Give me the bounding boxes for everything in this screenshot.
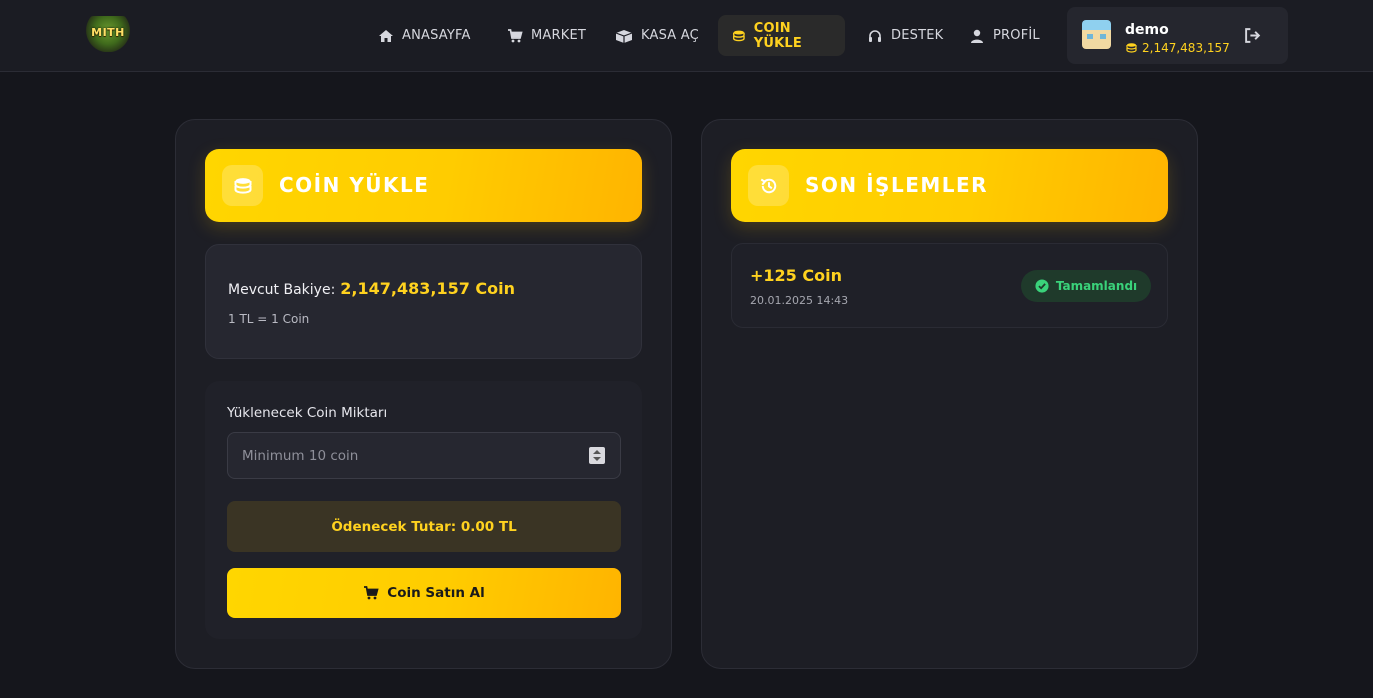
balance-label: Mevcut Bakiye: xyxy=(228,282,336,298)
nav-item-coin-yukle[interactable]: COIN YÜKLE xyxy=(718,15,845,56)
check-circle-icon xyxy=(1035,279,1049,293)
nav-label: COIN YÜKLE xyxy=(753,20,802,51)
coin-load-card: COİN YÜKLE Mevcut Bakiye: 2,147,483,157 … xyxy=(175,119,672,669)
site-logo[interactable]: MITH xyxy=(86,16,130,52)
coin-purchase-form: Yüklenecek Coin Miktarı Ödenecek Tutar: … xyxy=(205,381,642,639)
user-icon xyxy=(971,29,983,43)
nav-label: PROFİL xyxy=(993,28,1040,43)
home-icon xyxy=(379,29,393,42)
recent-transactions-card: SON İŞLEMLER +125 Coin 20.01.2025 14:43 … xyxy=(701,119,1198,669)
user-panel: demo 2,147,483,157 xyxy=(1067,7,1288,64)
history-icon xyxy=(748,165,789,206)
user-balance-value: 2,147,483,157 xyxy=(1142,41,1230,55)
buy-button-label: Coin Satın Al xyxy=(387,585,485,601)
status-badge: Tamamlandı xyxy=(1021,270,1151,302)
avatar[interactable] xyxy=(1082,20,1111,49)
exchange-rate: 1 TL = 1 Coin xyxy=(228,312,310,326)
nav-item-anasayfa[interactable]: ANASAYFA xyxy=(364,15,485,56)
balance-value: 2,147,483,157 Coin xyxy=(340,279,516,298)
headset-icon xyxy=(869,29,881,42)
logo-text: MITH xyxy=(91,26,125,39)
coins-icon xyxy=(222,165,263,206)
coin-load-header: COİN YÜKLE xyxy=(205,149,642,222)
user-balance: 2,147,483,157 xyxy=(1125,41,1230,55)
nav-item-destek[interactable]: DESTEK xyxy=(853,15,957,56)
balance-panel: Mevcut Bakiye: 2,147,483,157 Coin 1 TL =… xyxy=(205,244,642,359)
transaction-date: 20.01.2025 14:43 xyxy=(750,294,849,307)
number-stepper[interactable] xyxy=(589,447,605,464)
status-text: Tamamlandı xyxy=(1055,279,1138,293)
coin-amount-input[interactable] xyxy=(227,432,621,479)
cart-icon xyxy=(364,586,379,600)
username: demo xyxy=(1125,22,1169,38)
nav-item-profil[interactable]: PROFİL xyxy=(955,15,1054,56)
coins-icon xyxy=(1126,43,1137,53)
amount-label: Yüklenecek Coin Miktarı xyxy=(227,405,388,421)
transaction-item: +125 Coin 20.01.2025 14:43 Tamamlandı xyxy=(731,243,1168,328)
transaction-amount: +125 Coin xyxy=(750,266,842,285)
nav-label: MARKET xyxy=(531,28,587,43)
nav-item-kasa-ac[interactable]: KASA AÇ xyxy=(601,15,713,56)
card-title: SON İŞLEMLER xyxy=(805,173,989,197)
box-icon xyxy=(615,29,633,43)
nav-label: ANASAYFA xyxy=(402,28,471,43)
nav-label: DESTEK xyxy=(891,28,944,43)
nav-label: KASA AÇ xyxy=(641,28,699,43)
card-title: COİN YÜKLE xyxy=(279,173,430,197)
total-amount: Ödenecek Tutar: 0.00 TL xyxy=(227,501,621,552)
transactions-header: SON İŞLEMLER xyxy=(731,149,1168,222)
top-navigation-bar: MITH ANASAYFA MARKET KASA AÇ COIN YÜKLE … xyxy=(0,0,1373,72)
coins-icon xyxy=(733,30,745,41)
cart-icon xyxy=(508,28,523,42)
balance-line: Mevcut Bakiye: 2,147,483,157 Coin xyxy=(228,279,515,298)
nav-item-market[interactable]: MARKET xyxy=(493,15,600,56)
logout-icon[interactable] xyxy=(1244,27,1261,44)
buy-coin-button[interactable]: Coin Satın Al xyxy=(227,568,621,618)
